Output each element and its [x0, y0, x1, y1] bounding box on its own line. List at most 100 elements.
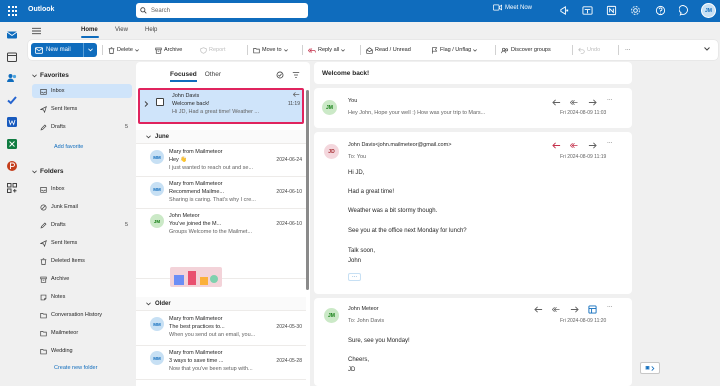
more-actions-icon[interactable]: ···: [607, 304, 613, 310]
reply-icon[interactable]: [552, 141, 561, 150]
read-unread-button[interactable]: Read / Unread: [366, 43, 411, 57]
body-line: Had a great time!: [348, 189, 395, 195]
sender-name[interactable]: John Davis<john.mailmeteor@gmail.com>: [348, 142, 451, 148]
reply-all-icon[interactable]: [570, 98, 579, 107]
todo-icon[interactable]: [6, 94, 18, 106]
forward-icon[interactable]: [570, 305, 579, 314]
more-actions-icon[interactable]: ···: [607, 140, 613, 146]
undo-button[interactable]: Undo: [578, 43, 600, 57]
folder-item-inbox[interactable]: Inbox: [32, 182, 132, 196]
folders-header[interactable]: Folders: [32, 168, 63, 175]
sender-name[interactable]: John Meteor: [348, 306, 379, 312]
megaphone-icon[interactable]: [559, 5, 570, 16]
forward-icon[interactable]: [588, 141, 597, 150]
recipient[interactable]: John Davis: [357, 318, 384, 324]
meet-now-button[interactable]: Meet Now: [493, 4, 532, 11]
feedback-icon[interactable]: [679, 5, 690, 16]
body-line: See you at the office next Monday for lu…: [348, 228, 467, 234]
teams-icon[interactable]: [582, 5, 593, 16]
app-launcher-icon[interactable]: [8, 6, 18, 16]
account-avatar[interactable]: JM: [701, 3, 716, 18]
tab-focused[interactable]: Focused: [170, 71, 197, 82]
new-mail-button[interactable]: New mail: [31, 43, 97, 57]
mail-icon[interactable]: [6, 29, 18, 41]
tab-other[interactable]: Other: [205, 71, 221, 82]
avatar: MM: [150, 317, 164, 331]
delete-button[interactable]: Delete: [108, 43, 139, 57]
apps-icon[interactable]: [588, 305, 597, 314]
message-checkbox[interactable]: [156, 98, 164, 106]
move-to-button[interactable]: Move to: [253, 43, 288, 57]
newsletter-thumbnail[interactable]: [170, 267, 222, 287]
forward-icon[interactable]: [588, 98, 597, 107]
divider: [360, 45, 361, 55]
powerpoint-icon[interactable]: [6, 160, 18, 172]
tab-view[interactable]: View: [115, 27, 128, 33]
list-item[interactable]: MM Mary from Mailmeteor Recommend Mailme..…: [136, 177, 306, 209]
divider: [495, 45, 496, 55]
folder-item-archive[interactable]: Archive: [32, 272, 132, 286]
folder-item-sent-items[interactable]: Sent Items: [32, 236, 132, 250]
folder-item-conversation-history[interactable]: Conversation History: [32, 308, 132, 322]
chevron-right-icon[interactable]: [144, 101, 149, 107]
people-icon[interactable]: [6, 72, 18, 84]
add-favorite-link[interactable]: Add favorite: [54, 144, 83, 150]
folder-item-drafts[interactable]: Drafts 5: [32, 120, 132, 134]
reply-all-button[interactable]: Reply all: [308, 43, 345, 57]
body-line: Hi JD,: [348, 170, 365, 176]
chevron-down-icon: [283, 48, 288, 52]
discover-groups-button[interactable]: Discover groups: [501, 43, 551, 57]
list-item[interactable]: MM Mary from Mailmeteor 3 ways to save tim…: [136, 346, 306, 380]
calendar-icon[interactable]: [6, 51, 18, 63]
help-icon[interactable]: [655, 5, 666, 16]
reply-all-icon: [308, 47, 316, 53]
report-button[interactable]: Report: [200, 43, 226, 57]
hamburger-icon[interactable]: [32, 27, 41, 35]
archive-button[interactable]: Archive: [155, 43, 182, 57]
folder-item-junk-email[interactable]: Junk Email: [32, 200, 132, 214]
list-item[interactable]: MM Mary from Mailmeteor Hey 👋 2024-06-24 I j…: [136, 145, 306, 177]
folder-item-sent-items[interactable]: Sent Items: [32, 102, 132, 116]
excel-icon[interactable]: [6, 138, 18, 150]
message-card-you[interactable]: JM You Hey John, Hope your well :) How w…: [314, 88, 632, 128]
chevron-down-icon: [135, 48, 139, 52]
tab-help[interactable]: Help: [145, 27, 157, 33]
more-apps-icon[interactable]: [6, 182, 18, 194]
sender-name: Mary from Mailmeteor: [169, 316, 223, 322]
word-icon[interactable]: [6, 116, 18, 128]
folder-item-drafts[interactable]: Drafts 5: [32, 218, 132, 232]
group-header-june[interactable]: June: [136, 130, 306, 144]
tab-home[interactable]: Home: [81, 27, 98, 33]
search-input[interactable]: Search: [136, 3, 308, 18]
create-new-folder-link[interactable]: Create new folder: [54, 365, 97, 371]
new-mail-dropdown[interactable]: [83, 43, 97, 57]
addin-widget[interactable]: ▣: [640, 362, 660, 374]
settings-icon[interactable]: [630, 5, 641, 16]
list-item[interactable]: MM Mary from Mailmeteor The best practices…: [136, 312, 306, 346]
reply-icon[interactable]: [552, 98, 561, 107]
message-list-scrollbar[interactable]: [306, 90, 309, 290]
show-trimmed-button[interactable]: ···: [348, 273, 361, 281]
group-header-older[interactable]: Older: [136, 297, 306, 311]
filter-icon[interactable]: [292, 71, 300, 79]
reply-all-icon[interactable]: [570, 141, 579, 150]
more-actions-icon[interactable]: ···: [607, 97, 613, 103]
folder-item-mailmeteor[interactable]: Mailmeteor: [32, 326, 132, 340]
chevron-down-icon[interactable]: [704, 47, 710, 51]
new-mail-main[interactable]: New mail: [31, 43, 83, 57]
recipient[interactable]: You: [357, 154, 366, 160]
folder-item-wedding[interactable]: Wedding: [32, 344, 132, 358]
reply-icon[interactable]: [534, 305, 543, 314]
sender-name: Mary from Mailmeteor: [169, 181, 223, 187]
flag-unflag-button[interactable]: Flag / Unflag: [431, 43, 478, 57]
select-mode-icon[interactable]: [276, 71, 284, 79]
selected-message[interactable]: John Davis Welcome back! 11:19 Hi JD, Had…: [138, 88, 304, 124]
avatar: MM: [150, 182, 164, 196]
reply-all-icon[interactable]: [552, 305, 561, 314]
more-options-button[interactable]: ···: [625, 43, 631, 57]
favorites-header[interactable]: Favorites: [32, 72, 69, 79]
onenote-icon[interactable]: [606, 5, 617, 16]
folder-item-inbox[interactable]: Inbox: [32, 84, 132, 98]
folder-item-notes[interactable]: Notes: [32, 290, 132, 304]
folder-item-deleted-items[interactable]: Deleted Items: [32, 254, 132, 268]
